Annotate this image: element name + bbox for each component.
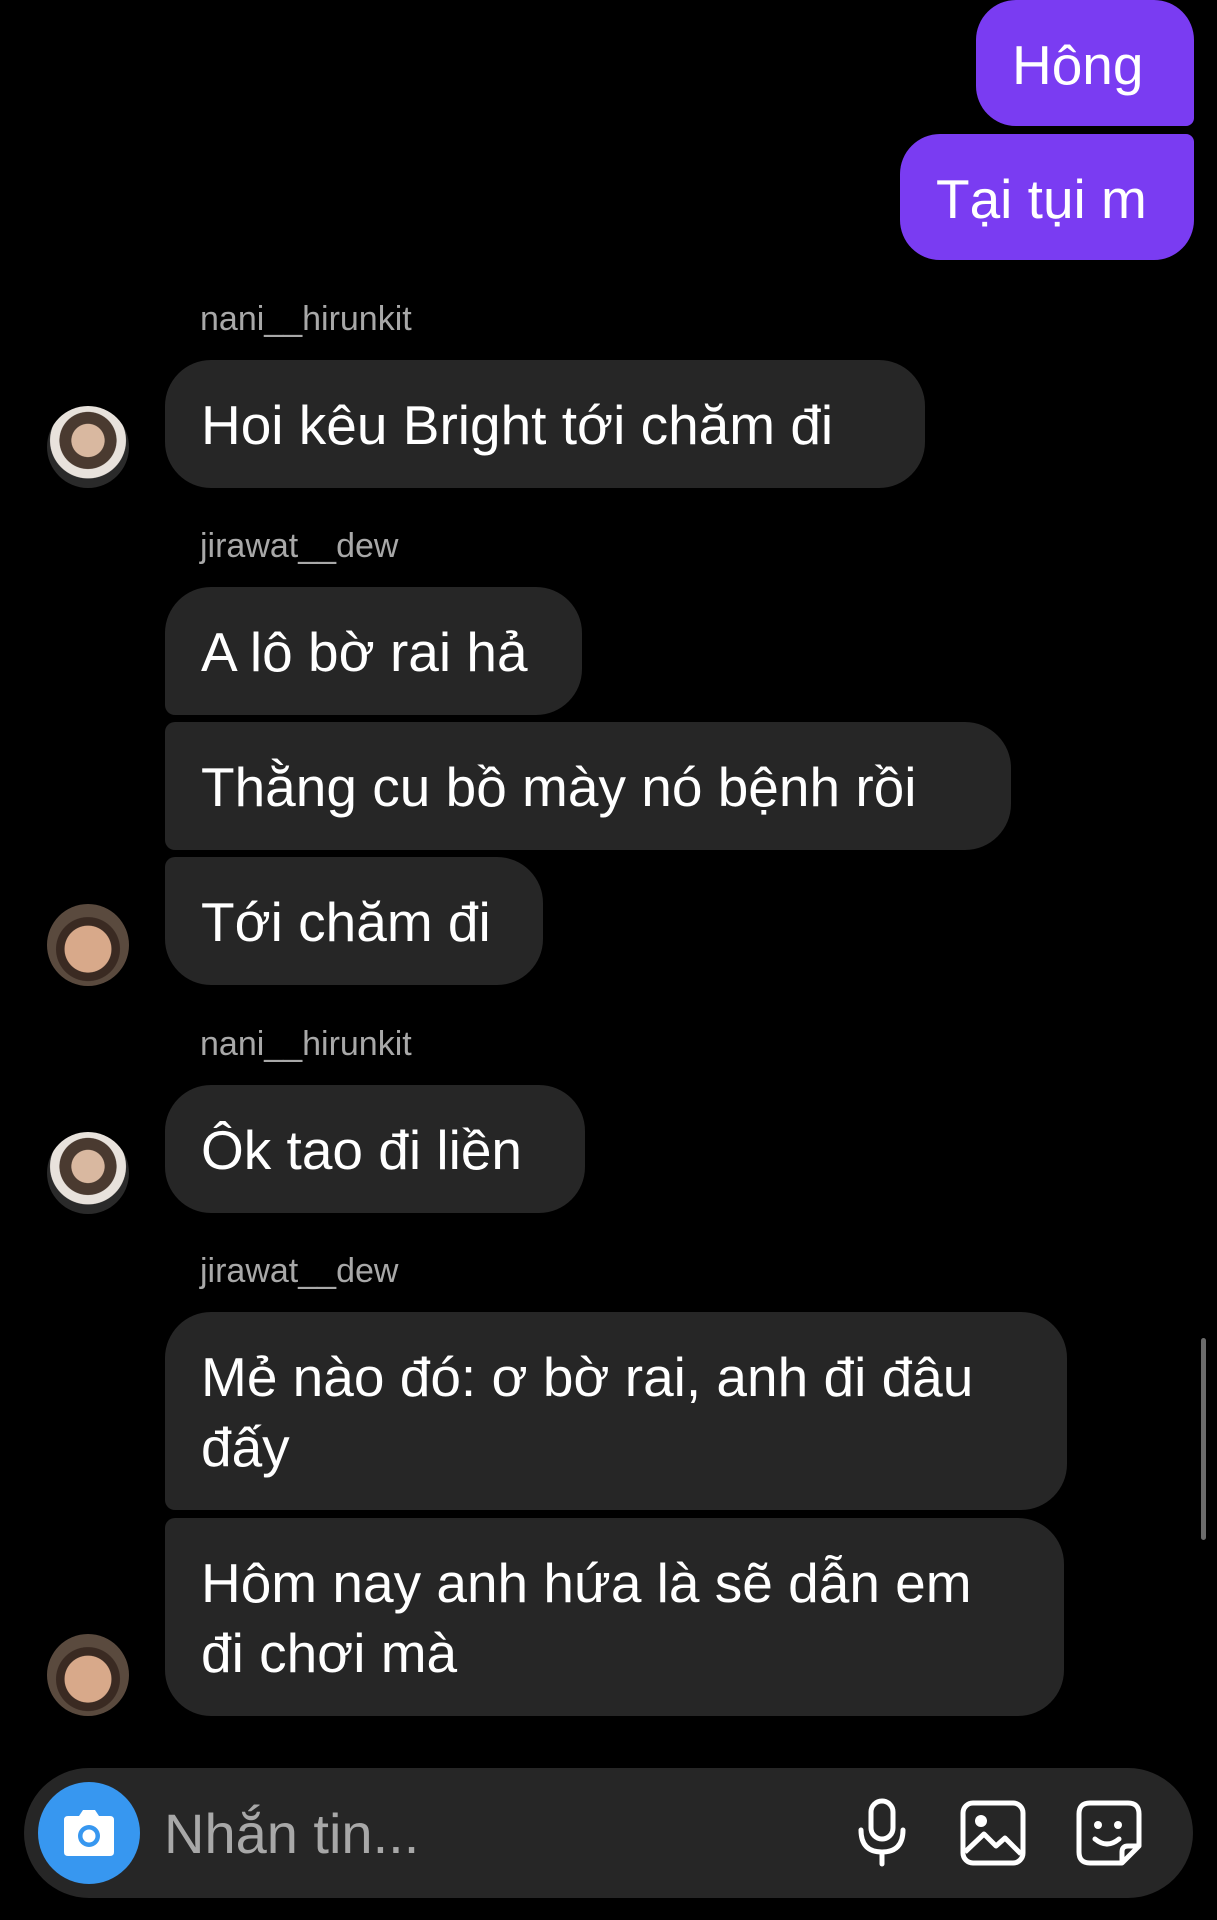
- avatar[interactable]: [47, 1132, 129, 1214]
- sender-name: nani__hirunkit: [200, 1025, 412, 1063]
- sticker-icon: [1076, 1800, 1142, 1866]
- camera-button[interactable]: [38, 1782, 140, 1884]
- image-gallery-icon: [960, 1800, 1026, 1866]
- camera-icon: [64, 1810, 114, 1856]
- sender-name: jirawat__dew: [200, 527, 399, 565]
- microphone-icon: [858, 1798, 906, 1867]
- scrollbar[interactable]: [1201, 1338, 1206, 1540]
- message-bubble-incoming[interactable]: Tới chăm đi: [165, 857, 543, 985]
- avatar[interactable]: [47, 1634, 129, 1716]
- avatar[interactable]: [47, 406, 129, 488]
- sender-name: nani__hirunkit: [200, 300, 412, 338]
- sender-name: jirawat__dew: [200, 1252, 399, 1290]
- message-bubble-incoming[interactable]: Hoi kêu Bright tới chăm đi: [165, 360, 925, 488]
- microphone-button[interactable]: [854, 1798, 910, 1868]
- avatar[interactable]: [47, 904, 129, 986]
- message-bubble-incoming[interactable]: Mẻ nào đó: ơ bờ rai, anh đi đâu đấy: [165, 1312, 1067, 1510]
- message-composer: [24, 1768, 1193, 1898]
- sticker-button[interactable]: [1076, 1800, 1142, 1866]
- message-bubble-outgoing[interactable]: Hông: [976, 0, 1194, 126]
- gallery-button[interactable]: [960, 1800, 1026, 1866]
- message-input[interactable]: [164, 1788, 824, 1878]
- message-bubble-incoming[interactable]: Ôk tao đi liền: [165, 1085, 585, 1213]
- message-bubble-outgoing[interactable]: Tại tụi m: [900, 134, 1194, 260]
- message-bubble-incoming[interactable]: A lô bờ rai hả: [165, 587, 582, 715]
- message-bubble-incoming[interactable]: Hôm nay anh hứa là sẽ dẫn em đi chơi mà: [165, 1518, 1064, 1716]
- chat-thread[interactable]: Hông Tại tụi m nani__hirunkit Hoi kêu Br…: [0, 0, 1217, 1920]
- message-bubble-incoming[interactable]: Thằng cu bồ mày nó bệnh rồi: [165, 722, 1011, 850]
